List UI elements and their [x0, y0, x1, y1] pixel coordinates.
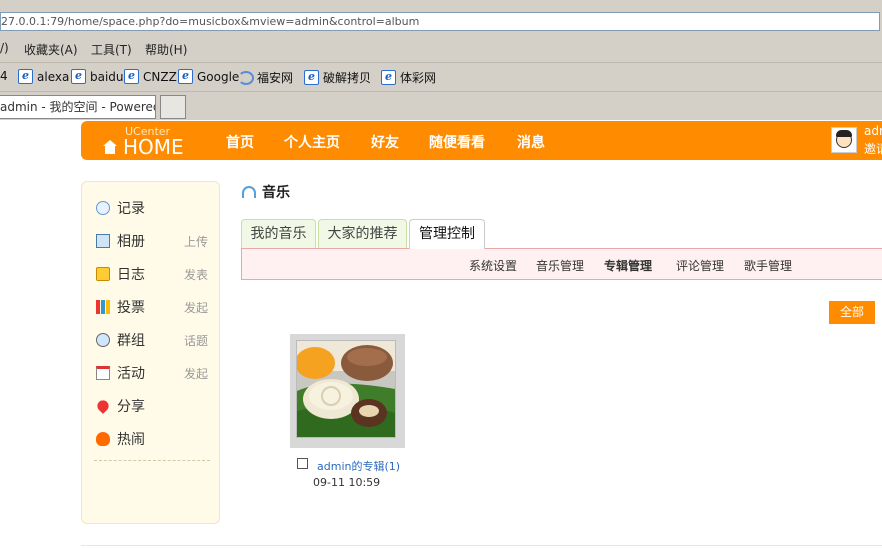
album-checkbox[interactable]	[297, 458, 308, 469]
logo-home-text: HOME	[123, 135, 184, 159]
invite-link[interactable]: 邀请	[864, 140, 882, 157]
sidebar-item-album[interactable]: 相册 上传	[96, 232, 208, 250]
subnav-comment-manage[interactable]: 评论管理	[676, 257, 724, 274]
sidebar-item-label: 分享	[117, 399, 145, 415]
subnav-music-manage[interactable]: 音乐管理	[536, 257, 584, 274]
menu-item-view[interactable]: /)	[0, 41, 9, 55]
ie-page-icon: e	[71, 69, 86, 84]
browser-tab-active[interactable]: admin - 我的空间 - Powered ...	[0, 95, 156, 119]
bookmark-fuan[interactable]: 福安网	[238, 69, 293, 86]
tab-bar: admin - 我的空间 - Powered ...	[0, 92, 882, 120]
logo-home: HOME	[103, 135, 184, 159]
ie-page-icon: e	[178, 69, 193, 84]
photo-icon	[96, 234, 110, 248]
sidebar-item-poll[interactable]: 投票 发起	[96, 298, 208, 316]
bookmark-google[interactable]: e Google	[178, 69, 239, 84]
nav-browse[interactable]: 随便看看	[429, 132, 485, 152]
nav-friends[interactable]: 好友	[371, 132, 399, 152]
calendar-icon	[96, 366, 110, 380]
sidebar-item-label: 群组	[117, 333, 145, 349]
bookmark-baidu[interactable]: e baidu	[71, 69, 124, 84]
footer-divider	[81, 545, 882, 546]
flame-icon	[96, 432, 110, 446]
album-name-link[interactable]: admin的专辑(1)	[317, 458, 400, 474]
sidebar-item-label: 日志	[117, 267, 145, 283]
bookmark-label: baidu	[90, 69, 124, 84]
sidebar-item-hot[interactable]: 热闹	[96, 430, 208, 448]
avatar[interactable]	[831, 127, 857, 153]
sidebar: 记录 相册 上传 日志 发表 投票 发起 群组 话题 活动 发起 分享 热闹	[81, 181, 220, 524]
sidebar-item-label: 活动	[117, 366, 145, 382]
sidebar-item-record[interactable]: 记录	[96, 199, 208, 217]
bar-chart-icon	[96, 300, 110, 314]
subnav-album-manage[interactable]: 专辑管理	[604, 257, 652, 274]
nav-home[interactable]: 首页	[226, 132, 254, 152]
home-icon	[103, 140, 117, 154]
address-input[interactable]: 27.0.0.1:79/home/space.php?do=musicbox&m…	[0, 12, 880, 31]
bookmark-cnzz[interactable]: e CNZZ	[124, 69, 177, 84]
sidebar-item-blog[interactable]: 日志 发表	[96, 265, 208, 283]
speech-bubble-icon	[96, 201, 110, 215]
sidebar-item-group[interactable]: 群组 话题	[96, 331, 208, 349]
bookmark-label: 4	[0, 69, 8, 83]
browser-chrome	[0, 0, 882, 10]
mooncake-image	[297, 341, 395, 437]
sidebar-action-topic[interactable]: 话题	[184, 332, 208, 349]
bookmark-label: CNZZ	[143, 69, 177, 84]
sidebar-item-share[interactable]: 分享	[95, 397, 208, 415]
ie-page-icon: e	[304, 70, 319, 85]
bookmark-label: 福安网	[257, 71, 294, 85]
sidebar-item-event[interactable]: 活动 发起	[96, 364, 208, 382]
bookmark-label: Google	[197, 69, 240, 84]
new-tab-button[interactable]	[160, 95, 186, 119]
sidebar-item-label: 热闹	[117, 432, 145, 448]
album-photo	[296, 340, 396, 438]
address-bar: 27.0.0.1:79/home/space.php?do=musicbox&m…	[0, 10, 882, 34]
sidebar-action-start-event[interactable]: 发起	[184, 365, 208, 382]
bookmark-4[interactable]: 4	[0, 69, 8, 83]
sidebar-action-start-poll[interactable]: 发起	[184, 299, 208, 316]
sidebar-divider	[94, 460, 210, 461]
site-header: UCenter HOME 首页 个人主页 好友 随便看看 消息 adr 邀请	[81, 121, 882, 160]
nav-messages[interactable]: 消息	[517, 132, 545, 152]
menu-item-tools[interactable]: 工具(T)	[91, 41, 132, 58]
bookmark-crack[interactable]: e 破解拷贝	[304, 69, 371, 86]
bookmark-label: 破解拷贝	[323, 71, 372, 85]
page-title: 音乐	[242, 182, 290, 202]
ie-page-icon: e	[124, 69, 139, 84]
user-avatar-icon	[836, 130, 852, 148]
tab-admin-control[interactable]: 管理控制	[409, 219, 485, 249]
user-name-link[interactable]: adr	[864, 124, 882, 138]
menu-bar: /) 收藏夹(A) 工具(T) 帮助(H)	[0, 34, 882, 63]
subnav-system-settings[interactable]: 系统设置	[469, 257, 517, 274]
page-title-text: 音乐	[262, 185, 290, 201]
sidebar-action-publish[interactable]: 发表	[184, 266, 208, 283]
admin-subnav: 系统设置 音乐管理 专辑管理 评论管理 歌手管理	[241, 248, 882, 280]
ie-logo-icon	[238, 70, 254, 85]
sidebar-action-upload[interactable]: 上传	[184, 233, 208, 250]
ie-page-icon: e	[381, 70, 396, 85]
sidebar-item-label: 投票	[117, 300, 145, 316]
heart-icon	[95, 398, 111, 414]
bookmark-alexa[interactable]: e alexa	[18, 69, 69, 84]
sidebar-item-label: 相册	[117, 234, 145, 250]
notebook-icon	[96, 267, 110, 281]
group-icon	[96, 333, 110, 347]
bookmark-bar: 4 e alexa e baidu e CNZZ e Google 福安网 e 破解拷贝 …	[0, 63, 882, 92]
headphones-icon	[242, 186, 256, 198]
album-date: 09-11 10:59	[313, 476, 381, 489]
menu-item-favorites[interactable]: 收藏夹(A)	[24, 41, 78, 58]
bookmark-label: alexa	[37, 69, 70, 84]
bookmark-lottery[interactable]: e 体彩网	[381, 69, 436, 86]
menu-item-help[interactable]: 帮助(H)	[145, 41, 187, 58]
tab-my-music[interactable]: 我的音乐	[241, 219, 316, 248]
bookmark-label: 体彩网	[400, 71, 437, 85]
tab-recommended[interactable]: 大家的推荐	[318, 219, 407, 248]
sidebar-item-label: 记录	[117, 201, 145, 217]
nav-profile[interactable]: 个人主页	[284, 132, 340, 152]
album-cover[interactable]	[290, 334, 405, 448]
subnav-singer-manage[interactable]: 歌手管理	[744, 257, 792, 274]
all-button[interactable]: 全部	[829, 301, 875, 324]
ie-page-icon: e	[18, 69, 33, 84]
